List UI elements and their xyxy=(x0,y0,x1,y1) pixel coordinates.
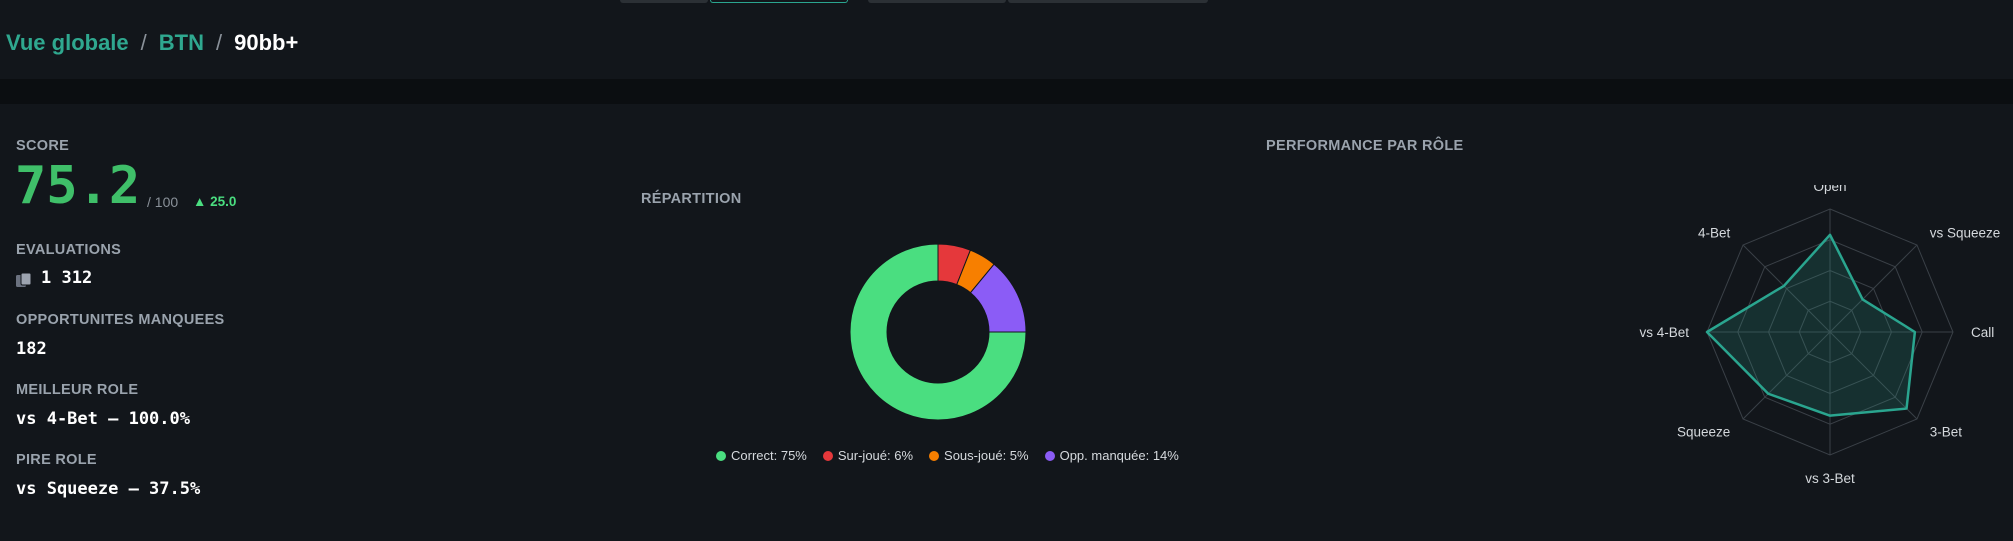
top-tab-4[interactable] xyxy=(1008,0,1208,3)
score-value: 75.2 xyxy=(15,156,141,216)
breadcrumb-separator: / xyxy=(216,30,223,55)
breadcrumb-link-overview[interactable]: Vue globale xyxy=(6,30,129,56)
legend-label: Sous-joué: 5% xyxy=(944,448,1029,463)
section-divider xyxy=(0,79,2013,104)
legend-label: Correct: 75% xyxy=(731,448,807,463)
worst-role-label: PIRE ROLE xyxy=(16,452,97,468)
repartition-legend: Correct: 75% Sur-joué: 6% Sous-joué: 5% … xyxy=(716,448,1195,463)
evaluations-label: EVALUATIONS xyxy=(16,242,122,258)
radar-axis-label: Open xyxy=(1813,185,1846,194)
legend-item-missed: Opp. manquée: 14% xyxy=(1044,448,1179,463)
radar-axis-label: vs Squeeze xyxy=(1930,225,2001,240)
performance-radar-chart: Open vs Squeeze Call 3-Bet vs 3-Bet Squeeze vs… xyxy=(1639,185,2001,485)
worst-role-value: vs Squeeze — 37.5% xyxy=(16,479,201,499)
top-tab-3[interactable] xyxy=(868,0,1006,3)
breadcrumb-link-position[interactable]: BTN xyxy=(159,30,204,56)
score-max: / 100 xyxy=(147,194,179,210)
legend-item-overplayed: Sur-joué: 6% xyxy=(822,448,914,463)
missed-opportunities-label: OPPORTUNITES MANQUEES xyxy=(16,312,225,328)
score-delta-badge: ▲ 25.0 xyxy=(193,194,237,209)
top-tab-strip xyxy=(0,0,2013,4)
missed-opportunities-value: 182 xyxy=(16,339,47,359)
legend-dot xyxy=(716,450,726,461)
best-role-value: vs 4-Bet — 100.0% xyxy=(16,409,190,429)
legend-label: Sur-joué: 6% xyxy=(837,448,914,463)
legend-dot xyxy=(1044,450,1055,461)
score-label: SCORE xyxy=(16,138,70,154)
breadcrumb-separator: / xyxy=(140,30,147,55)
cards-icon xyxy=(16,272,32,287)
legend-dot xyxy=(822,450,833,461)
top-tab-2[interactable] xyxy=(710,0,848,3)
radar-axis-label: vs 4-Bet xyxy=(1639,325,1689,340)
breadcrumb: Vue globale / BTN / 90bb+ xyxy=(6,30,298,56)
evaluations-value: 1 312 xyxy=(41,268,93,288)
legend-dot xyxy=(929,450,940,461)
top-tab-1[interactable] xyxy=(620,0,708,3)
radar-axis-label: vs 3-Bet xyxy=(1805,471,1855,485)
repartition-donut-chart xyxy=(849,243,1027,421)
radar-axis-label: Squeeze xyxy=(1677,425,1730,440)
breadcrumb-current: 90bb+ xyxy=(234,30,299,55)
legend-item-underplayed: Sous-joué: 5% xyxy=(929,448,1029,463)
radar-axis-label: Call xyxy=(1971,325,1994,340)
legend-item-correct: Correct: 75% xyxy=(716,448,807,463)
best-role-label: MEILLEUR ROLE xyxy=(16,382,139,398)
repartition-title: RÉPARTITION xyxy=(641,191,742,207)
legend-label: Opp. manquée: 14% xyxy=(1059,448,1179,463)
radar-axis-label: 3-Bet xyxy=(1930,425,1963,440)
performance-title: PERFORMANCE PAR RÔLE xyxy=(1266,138,1464,154)
radar-axis-label: 4-Bet xyxy=(1698,225,1731,240)
